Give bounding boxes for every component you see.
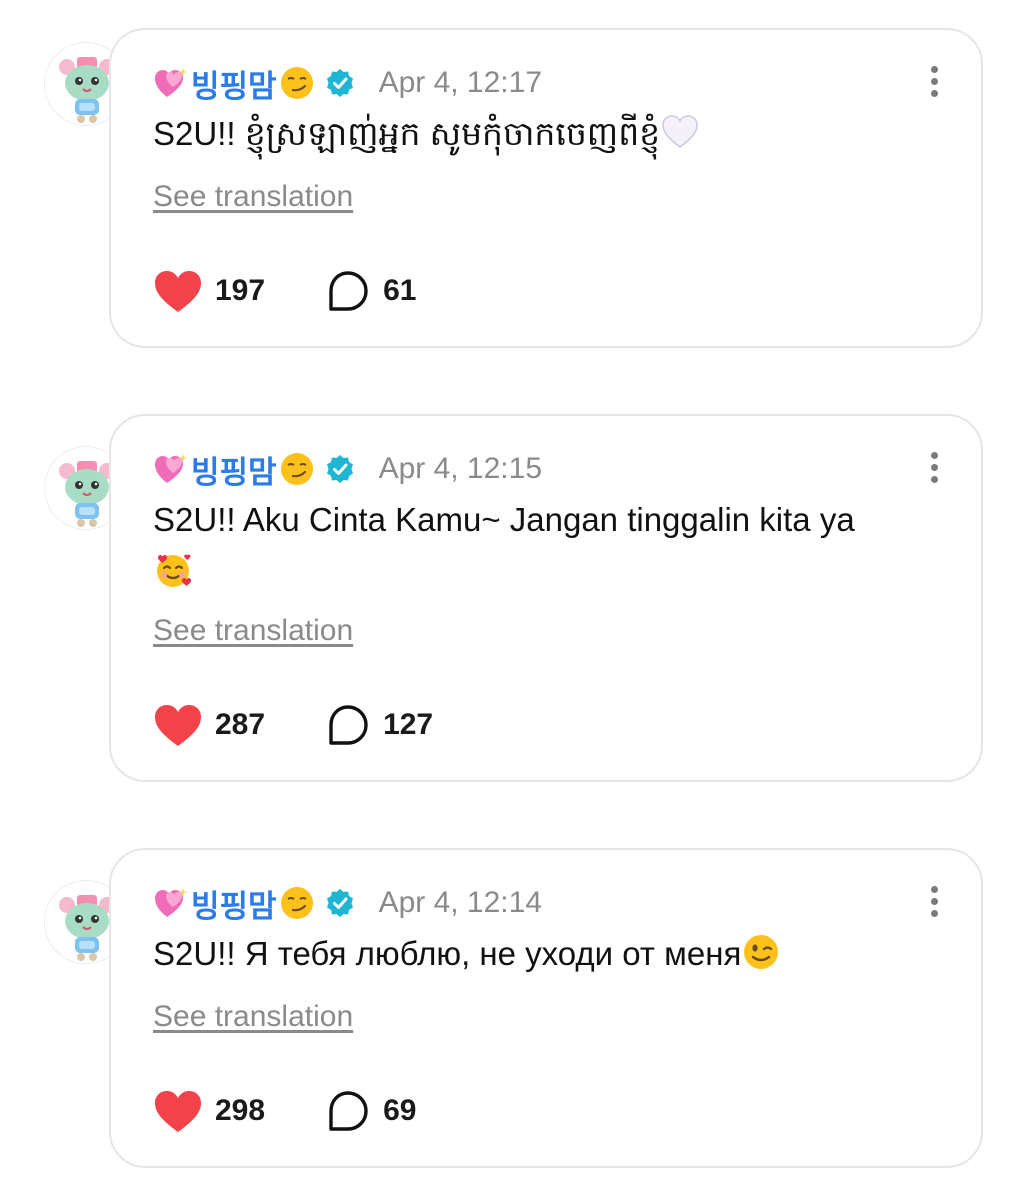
comment-text: S2U!! ខ្ញុំស្រឡាញ់អ្នក សូមកុំចាកចេញពីខ្ញ… [153,108,953,160]
timestamp: Apr 4, 12:14 [378,886,543,919]
comment-post: 빙핑맘 Apr 4, 12:15 S2U!! Aku Cinta Kamu~ J… [0,386,1027,786]
like-button[interactable]: 197 [153,268,265,314]
comment-text-body: S2U!! Я тебя люблю, не уходи от меня [153,935,742,972]
timestamp: Apr 4, 12:17 [378,66,543,99]
comment-count: 61 [383,274,417,307]
like-count: 287 [215,708,266,741]
like-button[interactable]: 298 [153,1088,265,1134]
smiling-face-with-hearts-emoji [157,554,192,587]
username[interactable]: 빙핑맘 [191,447,277,492]
comment-button[interactable]: 69 [325,1088,416,1134]
smirking-face-icon [280,887,313,919]
heart-icon [155,705,201,746]
post-header: 빙핑맘 Apr 4, 12:15 [153,446,542,492]
heart-icon [155,271,201,312]
timestamp: Apr 4, 12:15 [378,452,543,485]
sparkling-heart-icon [155,454,187,483]
comment-count: 69 [383,1094,417,1127]
smirking-face-icon [280,67,313,99]
white-heart-emoji [662,115,698,149]
more-vertical-icon[interactable] [927,66,941,100]
comment-bubble-icon [329,705,368,745]
comment-text-body: S2U!! ខ្ញុំស្រឡាញ់អ្នក សូមកុំចាកចេញពីខ្ញ… [153,115,661,152]
comment-card: 빙핑맘 Apr 4, 12:14 S2U!! Я тебя люблю, не … [109,848,983,1168]
comment-count: 127 [383,708,434,741]
comment-post: 빙핑맘 Apr 4, 12:17 S2U!! ខ្ញុំស្រឡាញ់អ្នក … [0,0,1027,360]
post-header: 빙핑맘 Apr 4, 12:17 [153,60,542,106]
comment-text: S2U!! Я тебя люблю, не уходи от меня [153,928,953,980]
post-actions: 298 69 [153,1086,416,1136]
like-button[interactable]: 287 [153,702,265,748]
username[interactable]: 빙핑맘 [191,61,277,106]
more-vertical-icon[interactable] [927,452,941,486]
comment-text: S2U!! Aku Cinta Kamu~ Jangan tinggalin k… [153,494,953,598]
comment-button[interactable]: 61 [325,268,416,314]
like-count: 197 [215,274,266,307]
sparkling-heart-icon [155,888,187,917]
comment-button[interactable]: 127 [325,702,433,748]
comment-bubble-icon [329,271,368,311]
see-translation-link[interactable]: See translation [153,1000,353,1034]
post-header: 빙핑맘 Apr 4, 12:14 [153,880,542,926]
verified-badge-icon [326,69,353,97]
post-actions: 287 127 [153,700,433,750]
comment-post: 빙핑맘 Apr 4, 12:14 S2U!! Я тебя люблю, не … [0,820,1027,1180]
like-count: 298 [215,1094,266,1127]
comment-text-body: S2U!! Aku Cinta Kamu~ Jangan tinggalin k… [153,501,855,538]
winking-face-emoji [744,935,779,969]
smirking-face-icon [280,453,313,485]
heart-icon [155,1091,201,1132]
see-translation-link[interactable]: See translation [153,180,353,214]
comment-card: 빙핑맘 Apr 4, 12:17 S2U!! ខ្ញុំស្រឡាញ់អ្នក … [109,28,983,348]
post-actions: 197 61 [153,266,416,316]
verified-badge-icon [326,889,353,917]
sparkling-heart-icon [155,68,187,97]
comment-card: 빙핑맘 Apr 4, 12:15 S2U!! Aku Cinta Kamu~ J… [109,414,983,782]
username[interactable]: 빙핑맘 [191,881,277,926]
comment-bubble-icon [329,1091,368,1131]
see-translation-link[interactable]: See translation [153,614,353,648]
more-vertical-icon[interactable] [927,886,941,920]
verified-badge-icon [326,455,353,483]
